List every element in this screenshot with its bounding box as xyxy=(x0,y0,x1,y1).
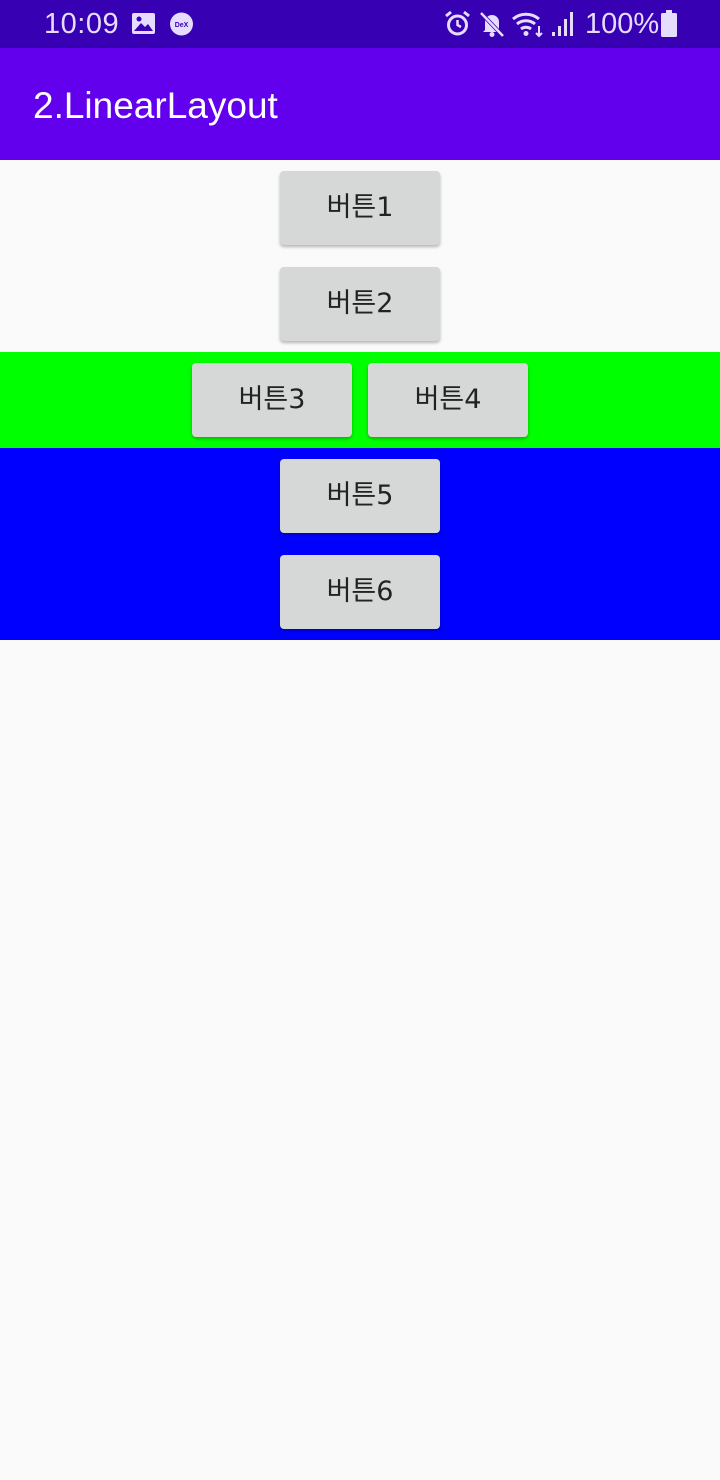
app-bar: 2.LinearLayout xyxy=(0,48,720,160)
alarm-icon xyxy=(444,10,471,43)
battery-percentage: 100% xyxy=(585,8,660,40)
page-title: 2.LinearLayout xyxy=(33,85,278,126)
image-icon xyxy=(131,12,156,40)
battery-icon xyxy=(660,10,678,43)
button-3[interactable]: 버튼3 xyxy=(192,363,352,437)
status-bar: 10:09 DeX 100% xyxy=(0,0,720,48)
dex-label: DeX xyxy=(175,22,189,29)
status-time: 10:09 xyxy=(44,8,120,40)
button-6[interactable]: 버튼6 xyxy=(280,555,440,629)
wifi-icon xyxy=(511,10,545,43)
button-1[interactable]: 버튼1 xyxy=(280,171,440,245)
signal-icon xyxy=(550,10,576,43)
top-linear-layout: 버튼1 버튼2 xyxy=(0,160,720,352)
dex-icon: DeX xyxy=(169,12,194,41)
blue-linear-layout: 버튼5 버튼6 xyxy=(0,448,720,640)
green-linear-layout: 버튼3 버튼4 xyxy=(0,352,720,448)
mute-icon xyxy=(479,10,505,43)
button-5[interactable]: 버튼5 xyxy=(280,459,440,533)
button-4[interactable]: 버튼4 xyxy=(368,363,528,437)
button-2[interactable]: 버튼2 xyxy=(280,267,440,341)
